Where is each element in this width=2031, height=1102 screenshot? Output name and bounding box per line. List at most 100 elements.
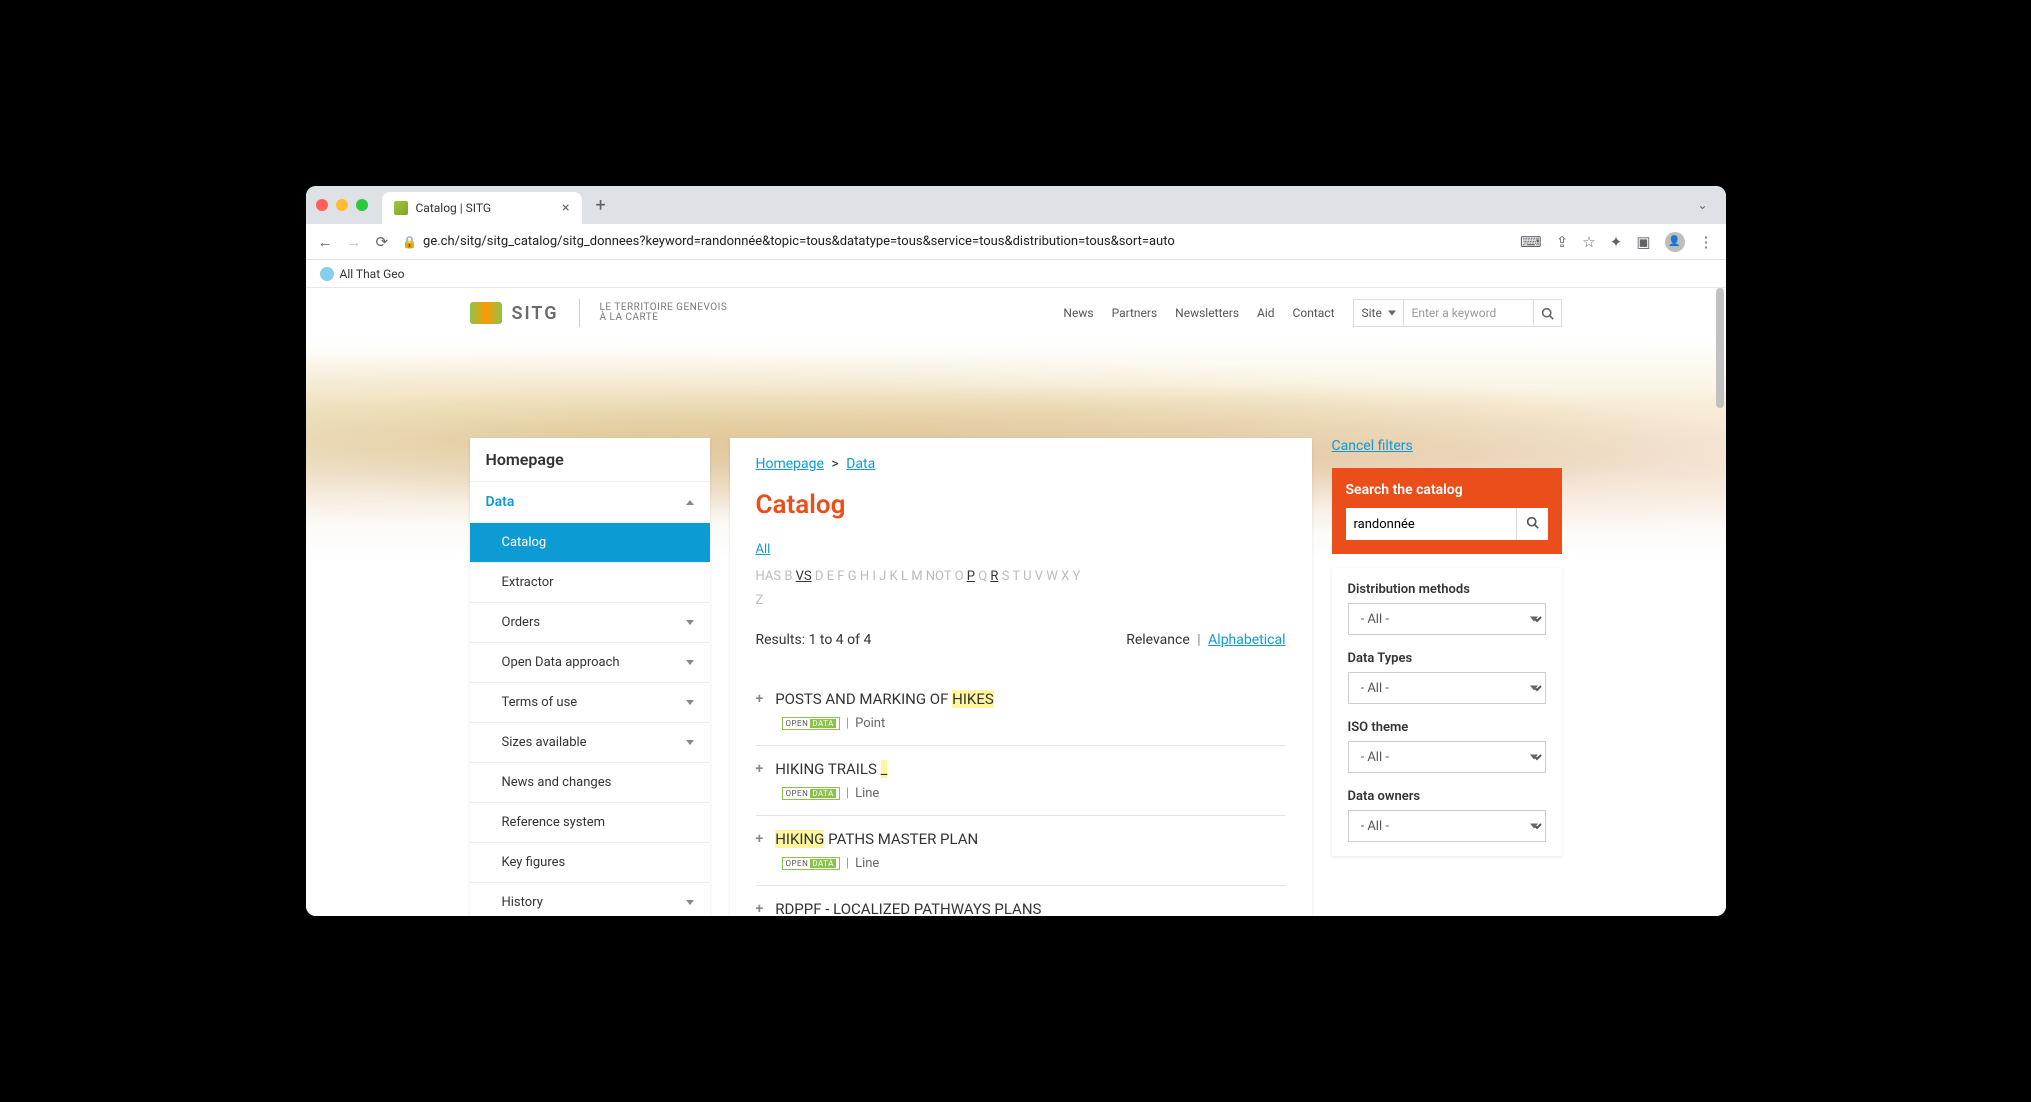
highlight: HIKING bbox=[775, 830, 824, 848]
close-window-icon[interactable] bbox=[316, 199, 328, 211]
chevron-down-icon bbox=[686, 620, 694, 625]
sidebar-item-label: History bbox=[502, 895, 543, 910]
alpha-letter: V bbox=[1035, 569, 1043, 584]
filter-label: Distribution methods bbox=[1348, 582, 1546, 597]
filter-label: Data owners bbox=[1348, 789, 1546, 804]
alpha-letter: Y bbox=[1072, 569, 1080, 584]
alpha-all[interactable]: All bbox=[756, 538, 771, 561]
sidebar-item-news-and-changes[interactable]: News and changes bbox=[470, 763, 710, 803]
search-scope-select[interactable]: Site bbox=[1353, 299, 1404, 327]
result-title-text: HIKING TRAILS _ bbox=[775, 760, 887, 778]
nav-newsletters[interactable]: Newsletters bbox=[1175, 306, 1239, 320]
extensions-icon[interactable]: ✦ bbox=[1610, 233, 1623, 251]
back-icon[interactable]: ← bbox=[318, 233, 333, 251]
profile-avatar-icon[interactable]: 👤 bbox=[1665, 232, 1685, 252]
forward-icon[interactable]: → bbox=[347, 233, 362, 251]
bookmarks-bar: All That Geo bbox=[306, 260, 1726, 288]
alpha-letter: G bbox=[848, 569, 857, 584]
result-title[interactable]: +HIKING PATHS MASTER PLAN bbox=[756, 830, 1286, 848]
filter-select[interactable]: - All - bbox=[1348, 672, 1546, 704]
nav-news[interactable]: News bbox=[1063, 306, 1093, 320]
sidebar-item-catalog[interactable]: Catalog bbox=[470, 523, 710, 563]
result-meta: OPENDATA|Point bbox=[782, 716, 1286, 731]
sidebar-item-reference-system[interactable]: Reference system bbox=[470, 803, 710, 843]
result-title[interactable]: +POSTS AND MARKING OF HIKES bbox=[756, 690, 1286, 708]
browser-toolbar: ← → ⟳ 🔒 ge.ch/sitg/sitg_catalog/sitg_don… bbox=[306, 224, 1726, 260]
sidebar-homepage[interactable]: Homepage bbox=[470, 438, 710, 482]
alpha-letter: B bbox=[784, 569, 792, 584]
sidebar-item-key-figures[interactable]: Key figures bbox=[470, 843, 710, 883]
translate-icon[interactable]: ⌨ bbox=[1520, 233, 1542, 251]
sidebar-item-sizes-available[interactable]: Sizes available bbox=[470, 723, 710, 763]
result-title[interactable]: + HIKING TRAILS _ bbox=[756, 760, 1286, 778]
header-search-input[interactable] bbox=[1404, 299, 1534, 327]
header-search-button[interactable] bbox=[1534, 299, 1562, 327]
nav-contact[interactable]: Contact bbox=[1293, 306, 1335, 320]
sidebar-item-history[interactable]: History bbox=[470, 883, 710, 916]
sidebar-item-label: Reference system bbox=[502, 815, 606, 830]
cancel-filters-link[interactable]: Cancel filters bbox=[1332, 438, 1562, 454]
menu-icon[interactable]: ⋮ bbox=[1699, 233, 1714, 251]
address-bar[interactable]: 🔒 ge.ch/sitg/sitg_catalog/sitg_donnees?k… bbox=[402, 234, 1506, 249]
alpha-letter: Z bbox=[756, 593, 764, 608]
expand-icon[interactable]: + bbox=[756, 761, 764, 777]
site-logo[interactable]: SITG LE TERRITOIRE GENEVOIS À LA CARTE bbox=[470, 299, 728, 327]
sidebar-item-terms-of-use[interactable]: Terms of use bbox=[470, 683, 710, 723]
result-title[interactable]: +RDPPF - LOCALIZED PATHWAYS PLANS bbox=[756, 900, 1286, 916]
catalog-search-button[interactable] bbox=[1516, 508, 1548, 540]
browser-window: Catalog | SITG × + ⌄ ← → ⟳ 🔒 ge.ch/sitg/… bbox=[306, 186, 1726, 916]
sidebar-item-open-data-approach[interactable]: Open Data approach bbox=[470, 643, 710, 683]
catalog-search-input[interactable] bbox=[1346, 508, 1516, 540]
main-content: Homepage > Data Catalog All HAS B VS D E… bbox=[730, 438, 1312, 916]
nav-aid[interactable]: Aid bbox=[1257, 306, 1275, 320]
browser-tab[interactable]: Catalog | SITG × bbox=[382, 192, 582, 224]
site-header: SITG LE TERRITOIRE GENEVOIS À LA CARTE N… bbox=[446, 288, 1586, 338]
alpha-letter: O bbox=[955, 569, 964, 584]
minimize-window-icon[interactable] bbox=[336, 199, 348, 211]
filter-select[interactable]: - All - bbox=[1348, 810, 1546, 842]
logo-tagline: LE TERRITOIRE GENEVOIS À LA CARTE bbox=[600, 303, 728, 323]
breadcrumb-data[interactable]: Data bbox=[846, 456, 875, 472]
alpha-letter[interactable]: R bbox=[990, 569, 998, 584]
bookmark-item[interactable]: All That Geo bbox=[340, 267, 405, 281]
filter-select[interactable]: - All - bbox=[1348, 603, 1546, 635]
expand-icon[interactable]: + bbox=[756, 691, 764, 707]
alpha-letter[interactable]: VS bbox=[796, 569, 812, 584]
search-icon bbox=[1541, 307, 1554, 320]
sidebar-nav: Homepage Data CatalogExtractorOrdersOpen… bbox=[470, 438, 710, 916]
bookmark-star-icon[interactable]: ☆ bbox=[1582, 233, 1595, 251]
expand-icon[interactable]: + bbox=[756, 901, 764, 916]
result-type: Line bbox=[855, 856, 879, 871]
maximize-window-icon[interactable] bbox=[356, 199, 368, 211]
sidebar-data-heading[interactable]: Data bbox=[470, 482, 710, 523]
alpha-letter: T bbox=[1012, 569, 1020, 584]
sort-alphabetical[interactable]: Alphabetical bbox=[1208, 632, 1285, 648]
tab-overflow-icon[interactable]: ⌄ bbox=[1689, 198, 1715, 212]
nav-partners[interactable]: Partners bbox=[1112, 306, 1158, 320]
alpha-filter: All HAS B VS D E F G H I J K L M NOT O P… bbox=[756, 538, 1286, 612]
share-icon[interactable]: ⇪ bbox=[1556, 233, 1569, 251]
sidebar-item-orders[interactable]: Orders bbox=[470, 603, 710, 643]
reload-icon[interactable]: ⟳ bbox=[376, 233, 389, 251]
side-panel-icon[interactable]: ▣ bbox=[1636, 233, 1650, 251]
filter-select[interactable]: - All - bbox=[1348, 741, 1546, 773]
filter-group: Distribution methods - All - bbox=[1346, 582, 1548, 635]
result-meta: OPENDATA|Line bbox=[782, 786, 1286, 801]
vertical-scrollbar[interactable] bbox=[1714, 288, 1724, 916]
close-tab-icon[interactable]: × bbox=[562, 200, 569, 216]
open-data-badge: OPENDATA bbox=[782, 717, 840, 730]
alpha-letter: S bbox=[1002, 569, 1010, 584]
result-item: +POSTS AND MARKING OF HIKES OPENDATA|Poin… bbox=[756, 676, 1286, 746]
alpha-letter[interactable]: P bbox=[967, 569, 975, 584]
sidebar-item-label: Sizes available bbox=[502, 735, 587, 750]
new-tab-icon[interactable]: + bbox=[590, 195, 612, 216]
breadcrumb: Homepage > Data bbox=[756, 456, 1286, 472]
sidebar-item-label: News and changes bbox=[502, 775, 612, 790]
breadcrumb-home[interactable]: Homepage bbox=[756, 456, 824, 472]
scrollbar-thumb[interactable] bbox=[1716, 288, 1724, 408]
result-type: Point bbox=[855, 716, 885, 731]
results-list: +POSTS AND MARKING OF HIKES OPENDATA|Poin… bbox=[756, 676, 1286, 916]
expand-icon[interactable]: + bbox=[756, 831, 764, 847]
result-item: +RDPPF - LOCALIZED PATHWAYS PLANS bbox=[756, 886, 1286, 916]
sidebar-item-extractor[interactable]: Extractor bbox=[470, 563, 710, 603]
